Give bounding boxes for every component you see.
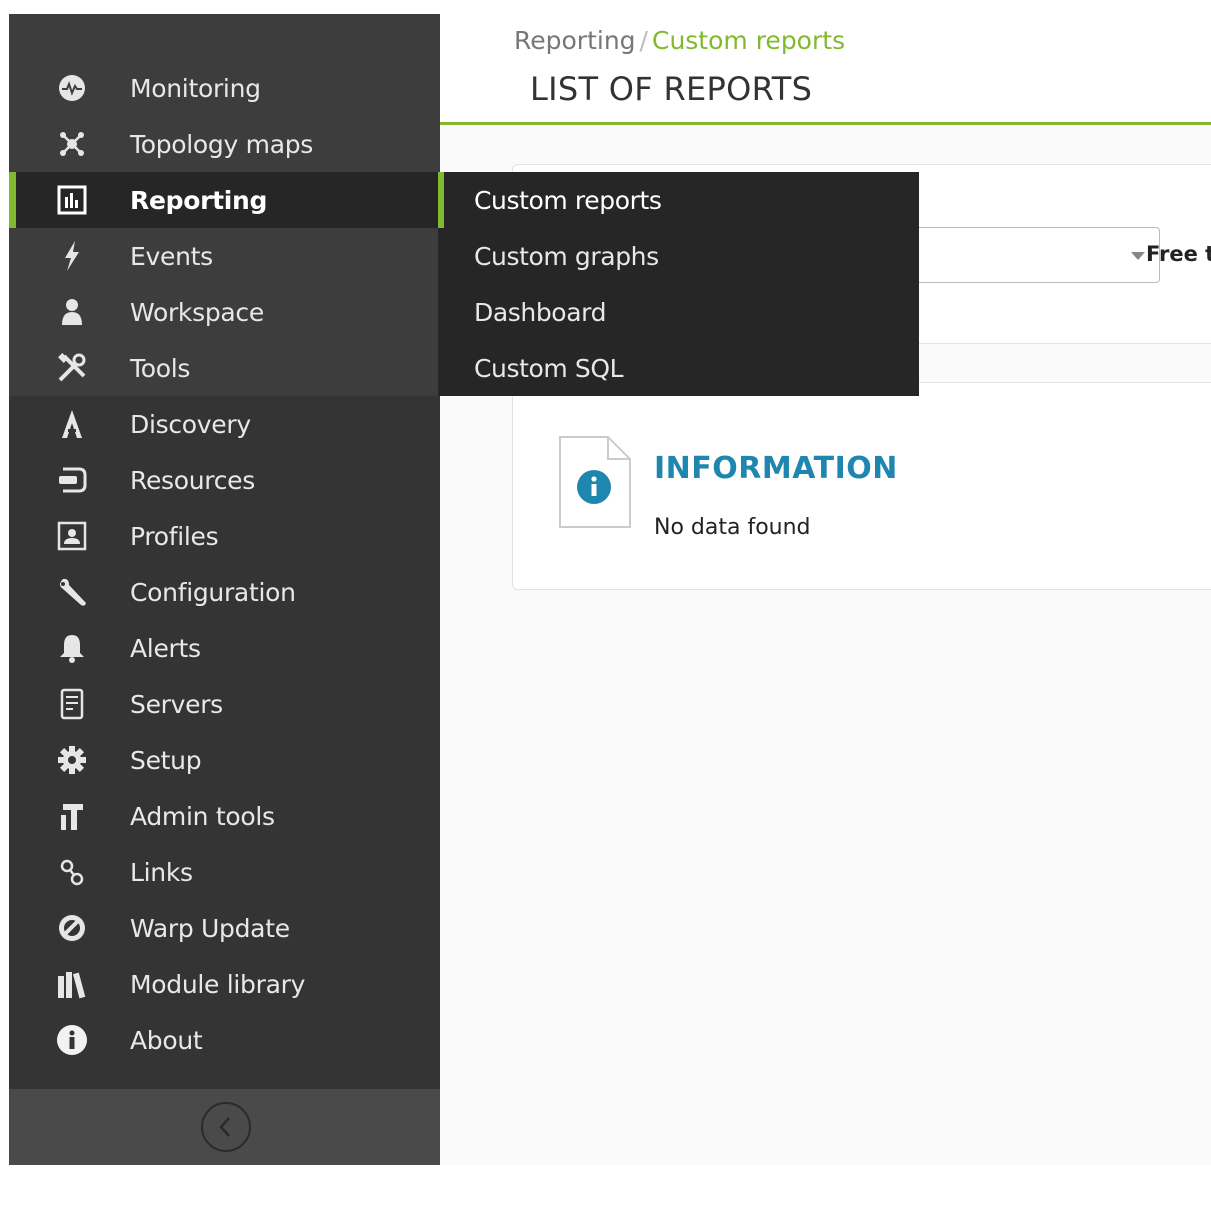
sidebar-item-label: Reporting [130, 185, 268, 215]
submenu-item-custom-sql[interactable]: Custom SQL [438, 340, 919, 396]
sidebar-item-alerts[interactable]: Alerts [9, 620, 440, 676]
submenu-item-custom-reports[interactable]: Custom reports [438, 172, 919, 228]
library-icon [53, 965, 91, 1003]
links-icon [53, 853, 91, 891]
monitoring-icon [53, 69, 91, 107]
breadcrumb-separator: / [639, 26, 648, 55]
sidebar-item-label: Servers [130, 689, 223, 719]
sidebar-item-label: Monitoring [130, 73, 261, 103]
submenu-item-dashboard[interactable]: Dashboard [438, 284, 919, 340]
sidebar-item-label: Profiles [130, 521, 219, 551]
info-title: INFORMATION [654, 451, 898, 486]
free-text-label: Free te [1146, 242, 1211, 266]
submenu-item-custom-graphs[interactable]: Custom graphs [438, 228, 919, 284]
sidebar-item-events[interactable]: Events [9, 228, 440, 284]
page-bottom-margin [0, 1165, 1211, 1205]
sidebar-item-profiles[interactable]: Profiles [9, 508, 440, 564]
breadcrumb: Reporting / Custom reports [514, 26, 845, 55]
page-title: LIST OF REPORTS [530, 70, 813, 108]
bell-icon [53, 629, 91, 667]
sidebar-item-topology-maps[interactable]: Topology maps [9, 116, 440, 172]
sidebar-item-label: Setup [130, 745, 202, 775]
submenu-item-label: Custom SQL [474, 353, 624, 383]
sidebar: Monitoring Topology maps Reporting Event… [9, 14, 440, 1165]
breadcrumb-parent[interactable]: Reporting [514, 26, 636, 55]
reporting-icon [53, 181, 91, 219]
sidebar-item-resources[interactable]: Resources [9, 452, 440, 508]
info-document-icon [559, 436, 631, 528]
user-icon [53, 293, 91, 331]
discovery-icon [53, 405, 91, 443]
sidebar-item-label: Tools [130, 353, 191, 383]
sidebar-item-label: Resources [130, 465, 255, 495]
topology-icon [53, 125, 91, 163]
sidebar-item-label: Configuration [130, 577, 296, 607]
sidebar-item-workspace[interactable]: Workspace [9, 284, 440, 340]
wrench-icon [53, 573, 91, 611]
sidebar-item-configuration[interactable]: Configuration [9, 564, 440, 620]
server-icon [53, 685, 91, 723]
sidebar-item-label: About [130, 1025, 203, 1055]
sidebar-item-label: Events [130, 241, 213, 271]
page-header: Reporting / Custom reports LIST OF REPORTS [440, 14, 1211, 125]
sidebar-item-tools[interactable]: Tools [9, 340, 440, 396]
sidebar-item-label: Links [130, 857, 193, 887]
sidebar-item-label: Topology maps [130, 129, 314, 159]
lightning-icon [53, 237, 91, 275]
submenu-item-label: Custom graphs [474, 241, 659, 271]
submenu-item-label: Custom reports [474, 185, 662, 215]
reporting-submenu: Custom reports Custom graphs Dashboard C… [438, 172, 919, 396]
chevron-left-icon [219, 1117, 230, 1137]
sidebar-item-setup[interactable]: Setup [9, 732, 440, 788]
info-message: No data found [654, 515, 811, 540]
sidebar-item-label: Alerts [130, 633, 201, 663]
profile-icon [53, 517, 91, 555]
sidebar-footer [9, 1089, 440, 1165]
chevron-down-icon [1131, 252, 1145, 260]
sidebar-item-monitoring[interactable]: Monitoring [9, 60, 440, 116]
sidebar-item-label: Warp Update [130, 913, 290, 943]
sidebar-item-label: Workspace [130, 297, 264, 327]
sidebar-item-about[interactable]: About [9, 1012, 440, 1068]
admin-tools-icon [53, 797, 91, 835]
info-message-box: INFORMATION No data found [512, 382, 1211, 590]
sidebar-item-label: Admin tools [130, 801, 275, 831]
warp-update-icon [53, 909, 91, 947]
submenu-item-label: Dashboard [474, 297, 607, 327]
sidebar-item-reporting[interactable]: Reporting [9, 172, 440, 228]
sidebar-item-label: Discovery [130, 409, 251, 439]
sidebar-item-module-library[interactable]: Module library [9, 956, 440, 1012]
resources-icon [53, 461, 91, 499]
sidebar-item-warp-update[interactable]: Warp Update [9, 900, 440, 956]
gear-icon [53, 741, 91, 779]
sidebar-item-label: Module library [130, 969, 306, 999]
tools-icon [53, 349, 91, 387]
sidebar-item-links[interactable]: Links [9, 844, 440, 900]
sidebar-item-servers[interactable]: Servers [9, 676, 440, 732]
info-icon [53, 1021, 91, 1059]
breadcrumb-current[interactable]: Custom reports [652, 26, 845, 55]
sidebar-item-admin-tools[interactable]: Admin tools [9, 788, 440, 844]
collapse-sidebar-button[interactable] [201, 1102, 251, 1152]
sidebar-item-discovery[interactable]: Discovery [9, 396, 440, 452]
